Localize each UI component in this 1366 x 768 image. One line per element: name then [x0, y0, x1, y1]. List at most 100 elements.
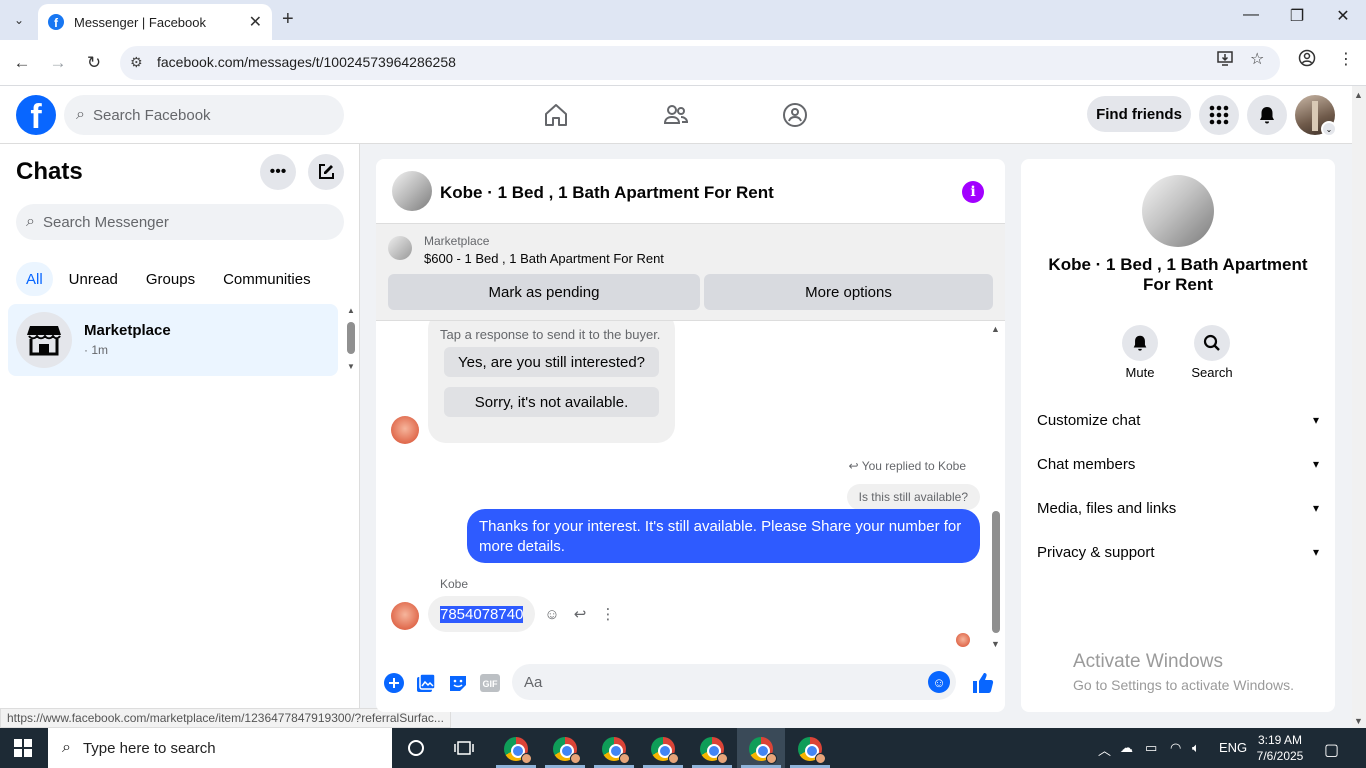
scroll-down-arrow-icon[interactable]: ▼ [991, 639, 1000, 649]
incoming-message-text[interactable]: 7854078740 [440, 605, 524, 623]
back-arrow-icon[interactable]: ← [9, 50, 35, 76]
conversation-avatar[interactable] [392, 171, 432, 211]
conversation-title[interactable]: Kobe · 1 Bed , 1 Bath Apartment For Rent [440, 183, 774, 203]
close-tab-icon[interactable]: ✕ [249, 12, 262, 32]
scroll-down-arrow-icon[interactable]: ▼ [347, 362, 355, 371]
facebook-logo-icon[interactable]: f [16, 95, 56, 135]
reload-icon[interactable]: ↻ [81, 50, 107, 76]
replied-to-text: You replied to Kobe [861, 459, 966, 473]
incoming-message[interactable]: 7854078740 [428, 596, 536, 632]
restore-icon[interactable]: ❐ [1274, 6, 1320, 26]
chat-members-row[interactable]: Chat members ▾ [1037, 452, 1319, 476]
message-input[interactable]: Aa ☺ [512, 664, 956, 700]
mark-as-pending-button[interactable]: Mark as pending [388, 274, 700, 310]
windows-start-icon[interactable] [14, 739, 32, 757]
facebook-header: f ⌕ Search Facebook Find friends ⌄ [0, 86, 1352, 144]
attach-photo-icon[interactable] [415, 672, 437, 694]
customize-chat-row[interactable]: Customize chat ▾ [1037, 408, 1319, 432]
scroll-up-arrow-icon[interactable]: ▲ [1354, 90, 1363, 100]
chrome-taskbar-icon[interactable] [651, 737, 679, 764]
menu-grid-icon[interactable] [1199, 95, 1239, 135]
chrome-taskbar-icon[interactable] [798, 737, 826, 764]
page-scrollbar[interactable]: ▲ ▼ [1352, 86, 1366, 728]
site-settings-icon[interactable]: ⚙ [130, 54, 143, 71]
friends-icon[interactable] [662, 101, 690, 129]
suggested-response-still-interested[interactable]: Yes, are you still interested? [444, 347, 659, 377]
bookmark-star-icon[interactable]: ☆ [1250, 49, 1264, 69]
reply-arrow-icon[interactable]: ↩ [569, 603, 591, 625]
chrome-taskbar-icon[interactable] [602, 737, 630, 764]
media-files-links-row[interactable]: Media, files and links ▾ [1037, 496, 1319, 520]
clock-time: 3:19 AM [1257, 733, 1303, 747]
url-omnibox[interactable]: ⚙ facebook.com/messages/t/10024573964286… [120, 46, 1280, 80]
filter-communities[interactable]: Communities [211, 262, 323, 296]
cortana-circle-icon[interactable] [404, 736, 428, 760]
listing-thumbnail[interactable] [388, 236, 412, 260]
listing-title-price[interactable]: $600 - 1 Bed , 1 Bath Apartment For Rent [424, 251, 664, 266]
emoji-picker-icon[interactable]: ☺ [928, 671, 950, 693]
messenger-search-input[interactable]: ⌕ Search Messenger [16, 204, 344, 240]
chrome-taskbar-icon-active[interactable] [749, 737, 777, 764]
minimize-icon[interactable]: — [1228, 6, 1274, 24]
search-conversation-icon[interactable] [1194, 325, 1230, 361]
kobe-avatar[interactable] [391, 416, 419, 444]
privacy-support-row[interactable]: Privacy & support ▾ [1037, 540, 1319, 564]
battery-icon[interactable]: ▭ [1145, 740, 1157, 756]
volume-speaker-icon[interactable]: 🔈︎ [1192, 740, 1200, 756]
find-friends-button[interactable]: Find friends [1087, 96, 1191, 132]
more-actions-plus-icon[interactable] [383, 672, 405, 694]
scrollbar-thumb[interactable] [992, 511, 1000, 633]
scrollbar-thumb[interactable] [347, 322, 355, 354]
outgoing-message[interactable]: Thanks for your interest. It's still ava… [467, 509, 980, 563]
filter-groups[interactable]: Groups [134, 262, 207, 296]
browser-menu-icon[interactable]: ⋮ [1338, 49, 1354, 69]
chrome-taskbar-icon[interactable] [504, 737, 532, 764]
taskbar-clock[interactable]: 3:19 AM 7/6/2025 [1254, 732, 1306, 764]
tray-chevron-up-icon[interactable]: ︿ [1098, 740, 1111, 759]
kobe-avatar[interactable] [391, 602, 419, 630]
forward-arrow-icon[interactable]: → [45, 50, 71, 76]
conversation-info-icon[interactable]: i [962, 181, 984, 203]
conversation-details-avatar[interactable] [1142, 175, 1214, 247]
groups-icon[interactable] [781, 101, 809, 129]
facebook-search-input[interactable]: ⌕ Search Facebook [64, 95, 344, 135]
onedrive-cloud-icon[interactable]: ☁ [1120, 740, 1133, 756]
more-options-ellipsis-icon[interactable]: ••• [260, 154, 296, 190]
task-view-icon[interactable] [452, 736, 476, 760]
close-window-icon[interactable]: ✕ [1320, 6, 1366, 26]
profile-icon[interactable] [1298, 49, 1316, 72]
new-tab-plus-icon[interactable]: + [282, 8, 294, 31]
url-text[interactable]: facebook.com/messages/t/1002457396428625… [157, 54, 456, 70]
messages-scrollbar[interactable]: ▲ ▼ [989, 321, 1003, 651]
gif-icon[interactable]: GIF [479, 672, 501, 694]
home-icon[interactable] [542, 101, 570, 129]
scroll-up-arrow-icon[interactable]: ▲ [991, 324, 1000, 334]
mute-bell-icon[interactable] [1122, 325, 1158, 361]
scroll-down-arrow-icon[interactable]: ▼ [1354, 716, 1363, 726]
chat-list-item-marketplace[interactable]: Marketplace · 1m [8, 304, 338, 376]
message-more-icon[interactable]: ⋮ [597, 603, 619, 625]
react-smiley-icon[interactable]: ☺ [541, 603, 563, 625]
browser-tab[interactable]: f Messenger | Facebook ✕ [38, 4, 272, 40]
account-chevron-down-icon[interactable]: ⌄ [1321, 121, 1337, 137]
tab-search-chevron-icon[interactable]: ⌄ [6, 8, 32, 32]
chrome-taskbar-icon[interactable] [700, 737, 728, 764]
notification-center-icon[interactable]: ▢ [1324, 740, 1339, 760]
notifications-bell-icon[interactable] [1247, 95, 1287, 135]
suggested-response-not-available[interactable]: Sorry, it's not available. [444, 387, 659, 417]
chat-list-scrollbar[interactable]: ▲ ▼ [345, 304, 357, 374]
scroll-up-arrow-icon[interactable]: ▲ [347, 306, 355, 315]
chevron-down-icon: ▾ [1312, 457, 1319, 471]
taskbar-search-input[interactable]: ⌕ Type here to search [48, 728, 392, 768]
sticker-icon[interactable] [447, 672, 469, 694]
like-thumbs-up-icon[interactable] [972, 672, 994, 694]
wifi-icon[interactable]: ◠ [1170, 740, 1181, 756]
filter-unread[interactable]: Unread [57, 262, 130, 296]
install-app-icon[interactable] [1216, 49, 1234, 72]
more-options-button[interactable]: More options [704, 274, 993, 310]
filter-all[interactable]: All [16, 262, 53, 296]
input-language[interactable]: ENG [1219, 740, 1247, 755]
quoted-message[interactable]: Is this still available? [846, 484, 980, 510]
new-message-edit-icon[interactable] [308, 154, 344, 190]
chrome-taskbar-icon[interactable] [553, 737, 581, 764]
